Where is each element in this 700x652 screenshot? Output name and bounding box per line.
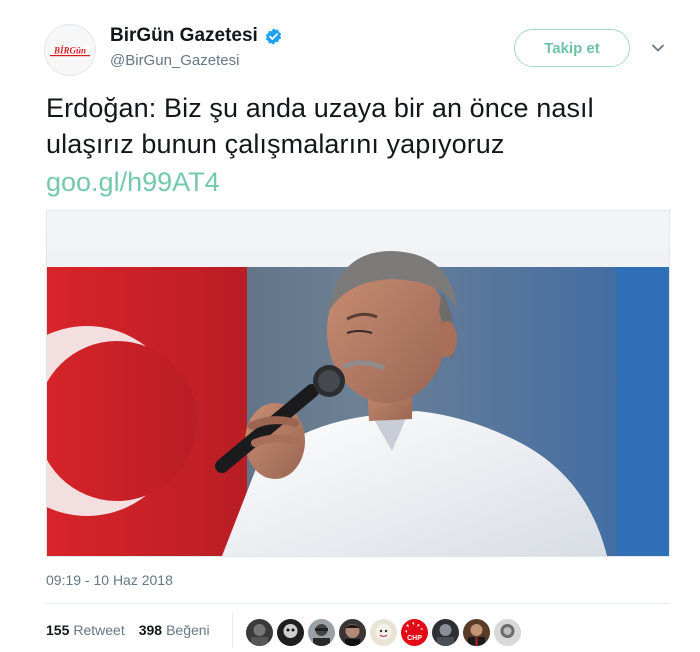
likers-list: CHP — [246, 619, 525, 646]
birgun-logo: BİRGün — [46, 26, 94, 74]
verified-badge-icon — [265, 27, 281, 45]
liker-avatar-8[interactable] — [463, 619, 490, 646]
like-stat[interactable]: 398 Beğeni — [139, 622, 210, 638]
account-handle[interactable]: @BirGun_Gazetesi — [110, 52, 239, 69]
retweet-label: Retweet — [73, 622, 125, 638]
svg-text:BİRGün: BİRGün — [53, 46, 86, 56]
tweet-timestamp[interactable]: 09:19 - 10 Haz 2018 — [46, 572, 173, 588]
account-avatar[interactable]: BİRGün — [44, 24, 96, 76]
tweet-photo — [47, 211, 669, 556]
like-label: Beğeni — [166, 622, 210, 638]
retweet-count: 155 — [46, 622, 70, 638]
liker-avatar-1[interactable] — [246, 619, 273, 646]
media-card[interactable] — [46, 210, 670, 557]
liker-avatar-3[interactable] — [308, 619, 335, 646]
divider — [46, 603, 670, 604]
liker-avatar-2[interactable] — [277, 619, 304, 646]
account-name-row: BirGün Gazetesi — [110, 24, 283, 48]
tweet: BİRGün BirGün Gazetesi @BirGun_Gazetesi … — [0, 0, 700, 652]
stats-separator — [232, 612, 233, 648]
follow-button[interactable]: Takip et — [514, 29, 630, 67]
liker-avatar-7[interactable] — [432, 619, 459, 646]
liker-avatar-5[interactable] — [370, 619, 397, 646]
liker-avatar-9[interactable] — [494, 619, 521, 646]
tweet-link[interactable]: goo.gl/h99AT4 — [46, 164, 220, 200]
liker-avatar-chp[interactable]: CHP — [401, 619, 428, 646]
chp-logo-text: CHP — [407, 635, 422, 642]
retweet-stat[interactable]: 155 Retweet — [46, 622, 125, 638]
tweet-text: Erdoğan: Biz şu anda uzaya bir an önce n… — [46, 93, 594, 159]
like-count: 398 — [138, 622, 163, 638]
chevron-down-icon[interactable] — [650, 40, 666, 56]
account-display-name[interactable]: BirGün Gazetesi — [110, 25, 258, 47]
tweet-stats: 155 Retweet 398 Beğeni — [46, 622, 210, 638]
liker-avatar-4[interactable] — [339, 619, 366, 646]
